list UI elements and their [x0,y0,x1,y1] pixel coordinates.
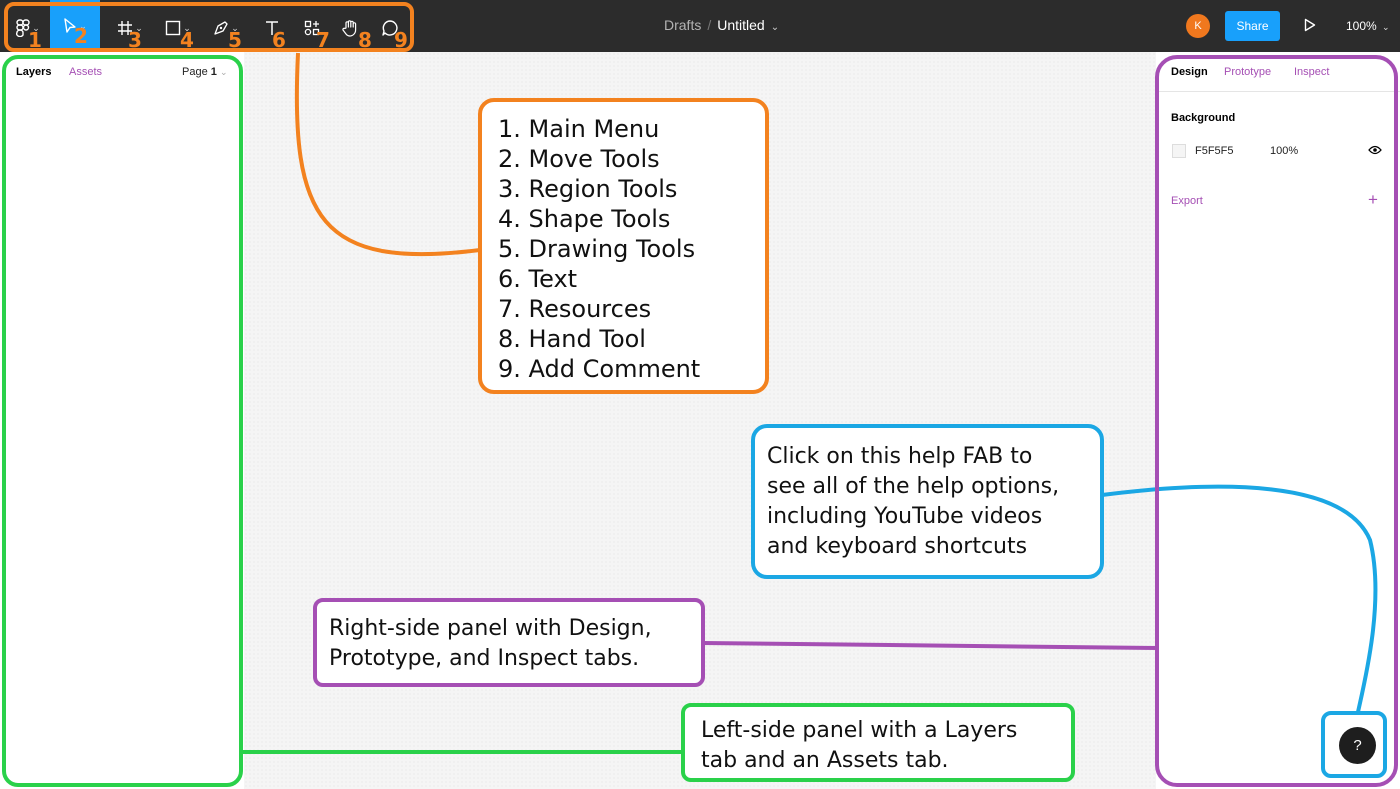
tool-list-callout: 1. Main Menu 2. Move Tools 3. Region Too… [478,98,769,394]
file-name[interactable]: Untitled [717,17,764,33]
list-item: 3. Region Tools [498,175,678,203]
play-icon [1304,18,1316,32]
callout-line: Right-side panel with Design, [329,616,652,641]
chevron-down-icon[interactable]: ⌄ [771,22,779,33]
list-item: 8. Hand Tool [498,325,646,353]
avatar[interactable]: K [1186,14,1210,38]
list-item: 7. Resources [498,295,652,323]
left-panel-highlight [2,55,243,787]
help-fab-callout: Click on this help FAB to see all of the… [751,424,1104,579]
callout-line: and keyboard shortcuts [767,534,1028,559]
breadcrumb-drafts[interactable]: Drafts [664,17,701,33]
breadcrumb-separator: / [707,17,712,33]
callout-line: including YouTube videos [767,504,1043,529]
callout-line: Click on this help FAB to [767,444,1033,469]
list-item: 9. Add Comment [498,355,701,383]
list-item: 1. Main Menu [498,115,660,143]
list-item: 6. Text [498,265,578,293]
present-button[interactable] [1304,18,1316,37]
callout-line: Prototype, and Inspect tabs. [329,646,640,671]
left-panel-callout: Left-side panel with a Layers tab and an… [681,703,1075,782]
list-item: 4. Shape Tools [498,205,671,233]
zoom-menu[interactable]: 100% ⌄ [1346,19,1390,33]
callout-line: see all of the help options, [767,474,1060,499]
callout-line: Left-side panel with a Layers [701,718,1018,743]
help-fab-button[interactable]: ? [1339,727,1376,764]
share-button[interactable]: Share [1225,11,1280,41]
list-item: 5. Drawing Tools [498,235,696,263]
right-panel-callout: Right-side panel with Design, Prototype,… [313,598,705,687]
chevron-down-icon: ⌄ [1382,22,1390,32]
zoom-level: 100% [1346,19,1377,33]
toolbar-highlight [4,2,414,52]
file-title[interactable]: Drafts / Untitled ⌄ [664,17,779,33]
right-panel-highlight [1155,55,1398,787]
list-item: 2. Move Tools [498,145,660,173]
callout-line: tab and an Assets tab. [701,748,949,773]
